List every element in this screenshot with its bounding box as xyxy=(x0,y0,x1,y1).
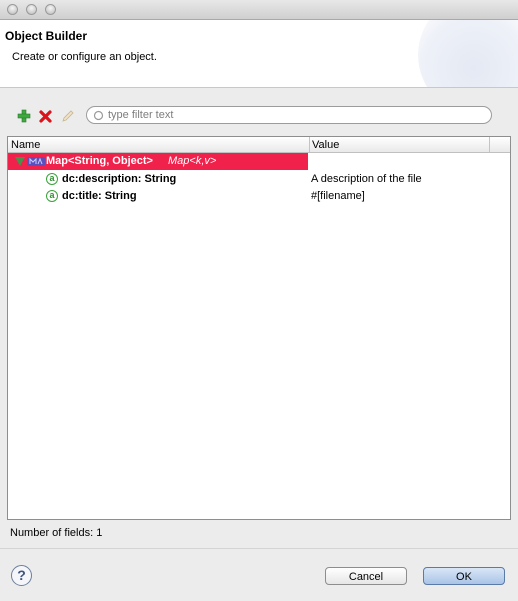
plus-icon[interactable] xyxy=(16,108,32,124)
minimize-window-button[interactable] xyxy=(26,4,37,15)
delete-icon[interactable] xyxy=(38,108,54,124)
tree-row-root[interactable]: Map<String, Object> Map<k,v> xyxy=(8,153,510,170)
tree-row[interactable]: a dc:title: String #[filename] xyxy=(8,188,510,205)
attribute-icon: a xyxy=(46,173,58,185)
field-name: dc:description: String xyxy=(62,173,177,185)
pencil-icon xyxy=(62,110,74,122)
fields-count-status: Number of fields: 1 xyxy=(10,527,103,539)
footer-divider xyxy=(0,548,518,549)
object-tree-table[interactable]: Name Value Map<String, Object> Map<k,v> … xyxy=(7,136,511,520)
table-header: Name Value xyxy=(8,137,510,153)
search-icon xyxy=(93,110,104,120)
column-divider[interactable] xyxy=(309,137,310,152)
expand-triangle-icon[interactable] xyxy=(15,157,25,166)
tree-row[interactable]: a dc:description: String A description o… xyxy=(8,171,510,188)
window-titlebar xyxy=(0,0,518,20)
dialog-title: Object Builder xyxy=(5,29,88,43)
field-name: dc:title: String xyxy=(62,190,137,202)
column-header-value[interactable]: Value xyxy=(312,139,339,151)
dialog-description: Create or configure an object. xyxy=(12,51,157,63)
ok-button[interactable]: OK xyxy=(423,567,505,585)
cancel-button[interactable]: Cancel xyxy=(325,567,407,585)
zoom-window-button[interactable] xyxy=(45,4,56,15)
column-header-name[interactable]: Name xyxy=(11,139,40,151)
column-divider[interactable] xyxy=(489,137,490,152)
close-window-button[interactable] xyxy=(7,4,18,15)
filter-input[interactable] xyxy=(108,109,468,121)
attribute-icon: a xyxy=(46,190,58,202)
field-value: #[filename] xyxy=(311,190,365,202)
field-value: A description of the file xyxy=(311,173,422,185)
map-type-icon xyxy=(27,157,45,166)
header-decoration xyxy=(418,20,518,87)
root-label: Map<String, Object> xyxy=(46,155,153,167)
root-type-label: Map<k,v> xyxy=(168,155,217,167)
filter-field[interactable] xyxy=(86,106,492,124)
help-icon[interactable]: ? xyxy=(11,565,32,586)
dialog-header: Object Builder Create or configure an ob… xyxy=(0,20,518,88)
